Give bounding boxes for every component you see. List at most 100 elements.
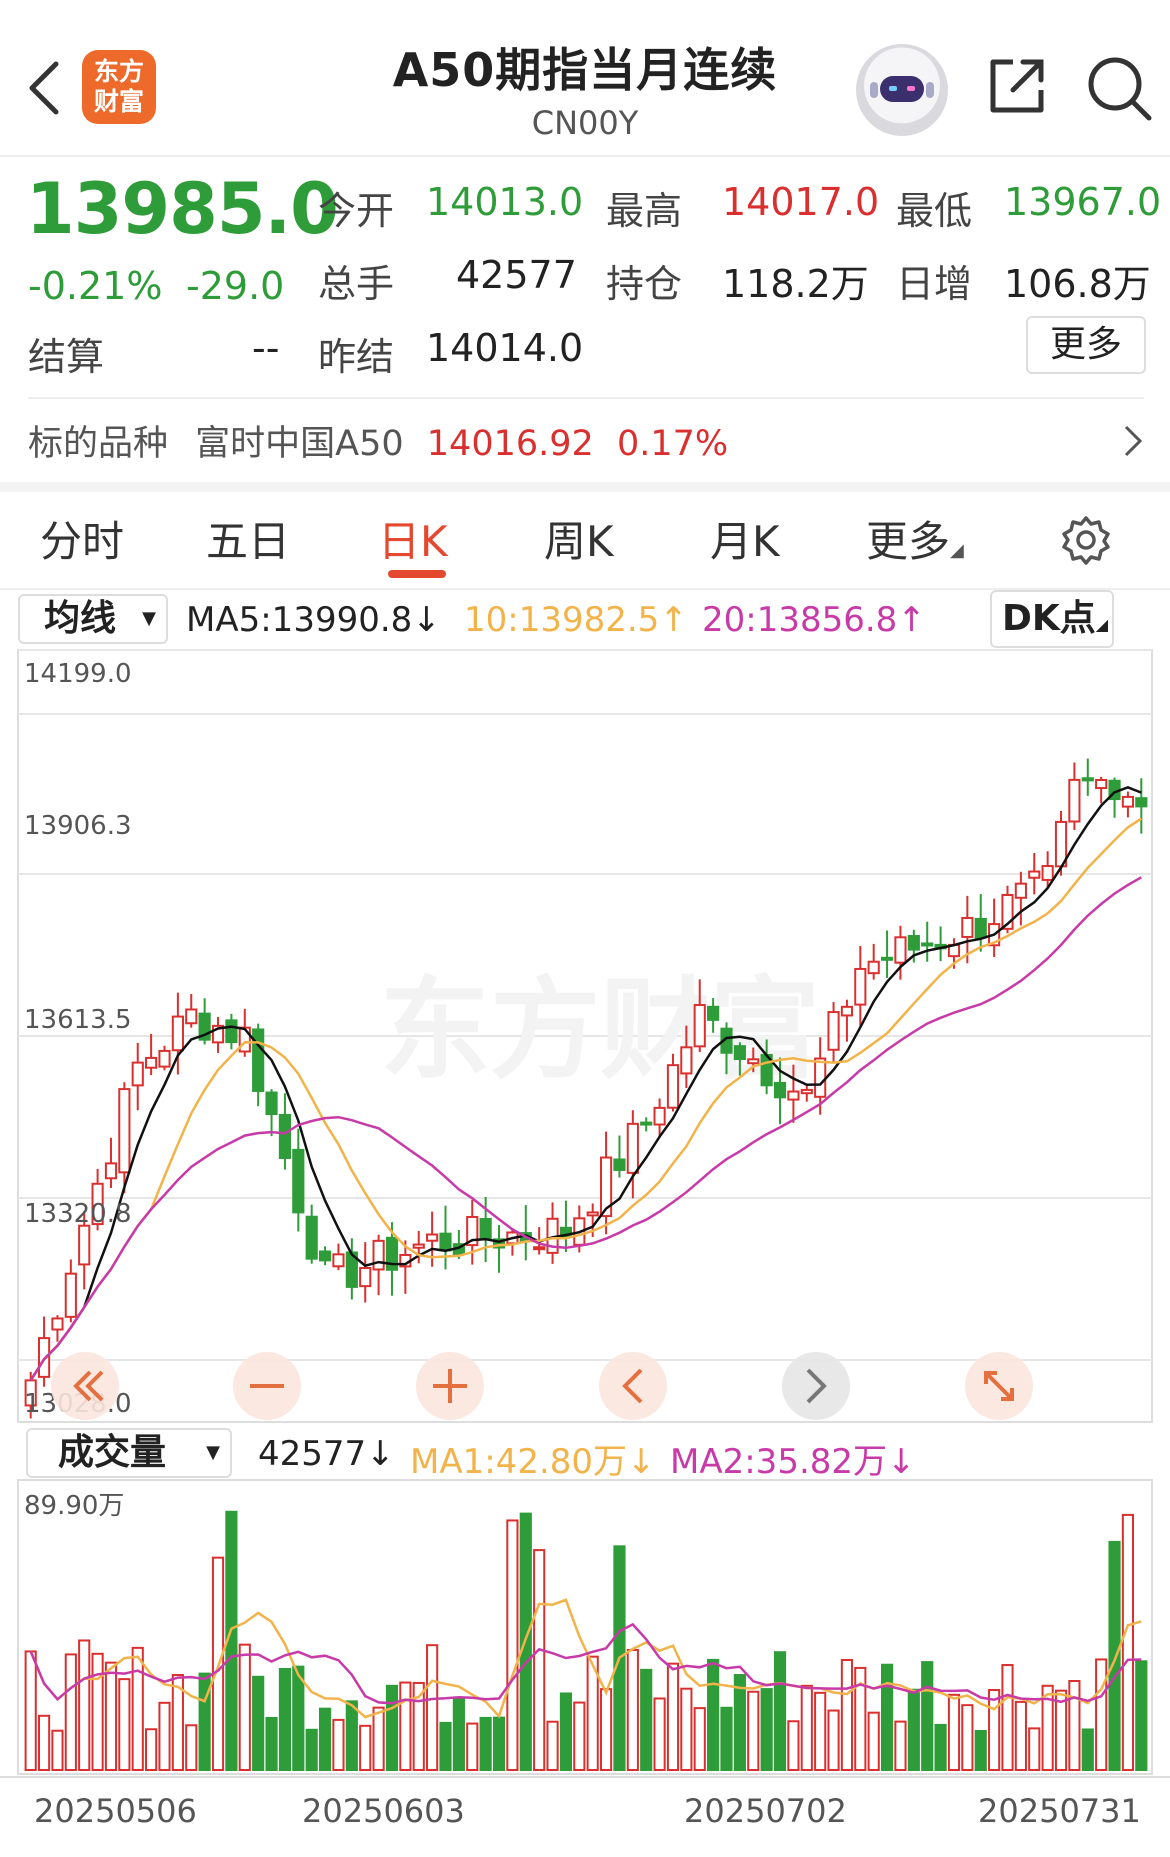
volume-ma1-readout: MA1:42.80万↓: [410, 1442, 656, 1482]
share-icon[interactable]: [985, 54, 1049, 118]
volume-bar: [104, 1661, 118, 1771]
volume-bar: [1001, 1664, 1014, 1771]
dk-point-button[interactable]: DK点◢: [990, 590, 1114, 648]
candle-down: [974, 917, 987, 939]
high-value: 14017.0: [722, 180, 880, 224]
candle-up: [894, 936, 907, 964]
volume-bar: [37, 1714, 51, 1772]
more-quote-button[interactable]: 更多: [1026, 316, 1146, 374]
back-arrow-icon[interactable]: [22, 58, 66, 118]
tab-five-day[interactable]: 五日: [206, 508, 290, 569]
tab-monthly-k[interactable]: 月K: [710, 508, 780, 569]
candle-up: [412, 1243, 425, 1249]
volume-bar: [546, 1720, 559, 1771]
candle-down: [907, 935, 920, 951]
candle-down: [733, 1045, 746, 1061]
candle-up: [104, 1162, 118, 1180]
triangle-icon: ◢: [950, 540, 964, 561]
candle-up: [64, 1272, 77, 1318]
date-label-1: 20250506: [34, 1792, 197, 1830]
tab-daily-k[interactable]: 日K: [378, 508, 448, 569]
tab-more[interactable]: 更多◢: [866, 508, 964, 569]
volume-bar: [747, 1690, 760, 1772]
scroll-left-button[interactable]: [599, 1352, 667, 1420]
change-amount: -29.0: [186, 264, 285, 308]
volume-bar: [961, 1704, 974, 1772]
zoom-in-button[interactable]: [416, 1352, 484, 1420]
volume-selector-dropdown[interactable]: 成交量 ▼: [26, 1428, 232, 1478]
candle-up: [426, 1233, 439, 1242]
volume-bar: [894, 1720, 907, 1771]
tab-intraday[interactable]: 分时: [40, 508, 124, 569]
volume-label: 总手: [318, 262, 395, 306]
open-label: 今开: [318, 189, 395, 233]
volume-bar: [145, 1728, 158, 1772]
assistant-robot-icon[interactable]: [856, 44, 948, 136]
search-icon[interactable]: [1085, 54, 1153, 122]
volume-chart[interactable]: 89.90万: [0, 1478, 1170, 1778]
volume-bar: [573, 1701, 586, 1772]
scroll-right-button[interactable]: [782, 1352, 850, 1420]
dropdown-arrow-icon: ▼: [206, 1442, 220, 1463]
volume-bar: [385, 1684, 399, 1772]
volume-bar: [653, 1697, 666, 1771]
candle-up: [814, 1057, 827, 1098]
last-price: 13985.0: [26, 168, 339, 250]
candle-up: [680, 1046, 693, 1075]
volume-bar: [533, 1549, 546, 1771]
fullscreen-button[interactable]: [965, 1352, 1033, 1420]
dk-label: DK点: [1002, 598, 1096, 639]
candle-down: [305, 1215, 318, 1260]
candle-up: [747, 1058, 760, 1065]
volume-bar: [1135, 1660, 1148, 1772]
candle-down: [479, 1218, 492, 1241]
date-axis: 20250506 20250603 20250702 20250731: [0, 1776, 1170, 1838]
volume-bar: [158, 1701, 171, 1771]
ma-selector-label: 均线: [44, 598, 117, 639]
candle-up: [1041, 865, 1054, 881]
volume-bar: [452, 1697, 465, 1771]
candle-down: [265, 1091, 278, 1116]
candle-down: [640, 1121, 653, 1126]
underlying-row[interactable]: 标的品种 富时中国A50 14016.92 0.17%: [28, 415, 1144, 465]
volume-bar: [947, 1693, 961, 1771]
app-logo[interactable]: 东方 财富: [82, 50, 156, 124]
settings-gear-icon[interactable]: [1060, 514, 1112, 566]
candle-up: [332, 1253, 345, 1268]
volume-value: 42577: [456, 253, 577, 297]
candle-up: [372, 1239, 385, 1271]
scroll-to-start-button[interactable]: [51, 1352, 119, 1420]
page-title: A50期指当月连续: [392, 43, 778, 97]
tab-weekly-k[interactable]: 周K: [544, 508, 614, 569]
volume-bar: [773, 1651, 787, 1771]
volume-bar: [1108, 1540, 1121, 1772]
volume-bar: [599, 1688, 613, 1771]
zoom-out-button[interactable]: [233, 1352, 301, 1420]
volume-bar: [827, 1709, 840, 1772]
candle-up: [533, 1246, 546, 1251]
open-interest-value: 118.2万: [722, 262, 869, 306]
ma5-readout: MA5:13990.8↓: [186, 600, 441, 640]
candlestick-chart[interactable]: 东方财富 14199.0 13906.3 13613.5 13320.8 130…: [0, 648, 1170, 1428]
ma-selector-dropdown[interactable]: 均线 ▼: [18, 594, 168, 644]
volume-bar: [426, 1644, 439, 1772]
volume-bar: [1121, 1513, 1135, 1771]
volume-bar: [666, 1662, 680, 1772]
candle-up: [1028, 870, 1041, 879]
volume-bar: [265, 1716, 278, 1771]
candle-down: [880, 956, 894, 961]
volume-bar: [867, 1711, 880, 1771]
ma20-readout: 20:13856.8↑: [702, 600, 926, 640]
volume-bar: [1068, 1679, 1081, 1771]
candle-up: [827, 1011, 840, 1051]
candle-down: [292, 1148, 305, 1214]
price-label-4: 13320.8: [24, 1199, 132, 1229]
settlement-value: --: [252, 326, 280, 370]
candle-up: [1121, 795, 1135, 808]
volume-bar: [506, 1519, 519, 1771]
section-separator: [0, 482, 1170, 492]
prev-settlement-label: 昨结: [318, 335, 395, 379]
triangle-icon: ◢: [1095, 615, 1109, 634]
volume-bar: [78, 1639, 91, 1771]
tab-more-label: 更多: [866, 517, 951, 566]
